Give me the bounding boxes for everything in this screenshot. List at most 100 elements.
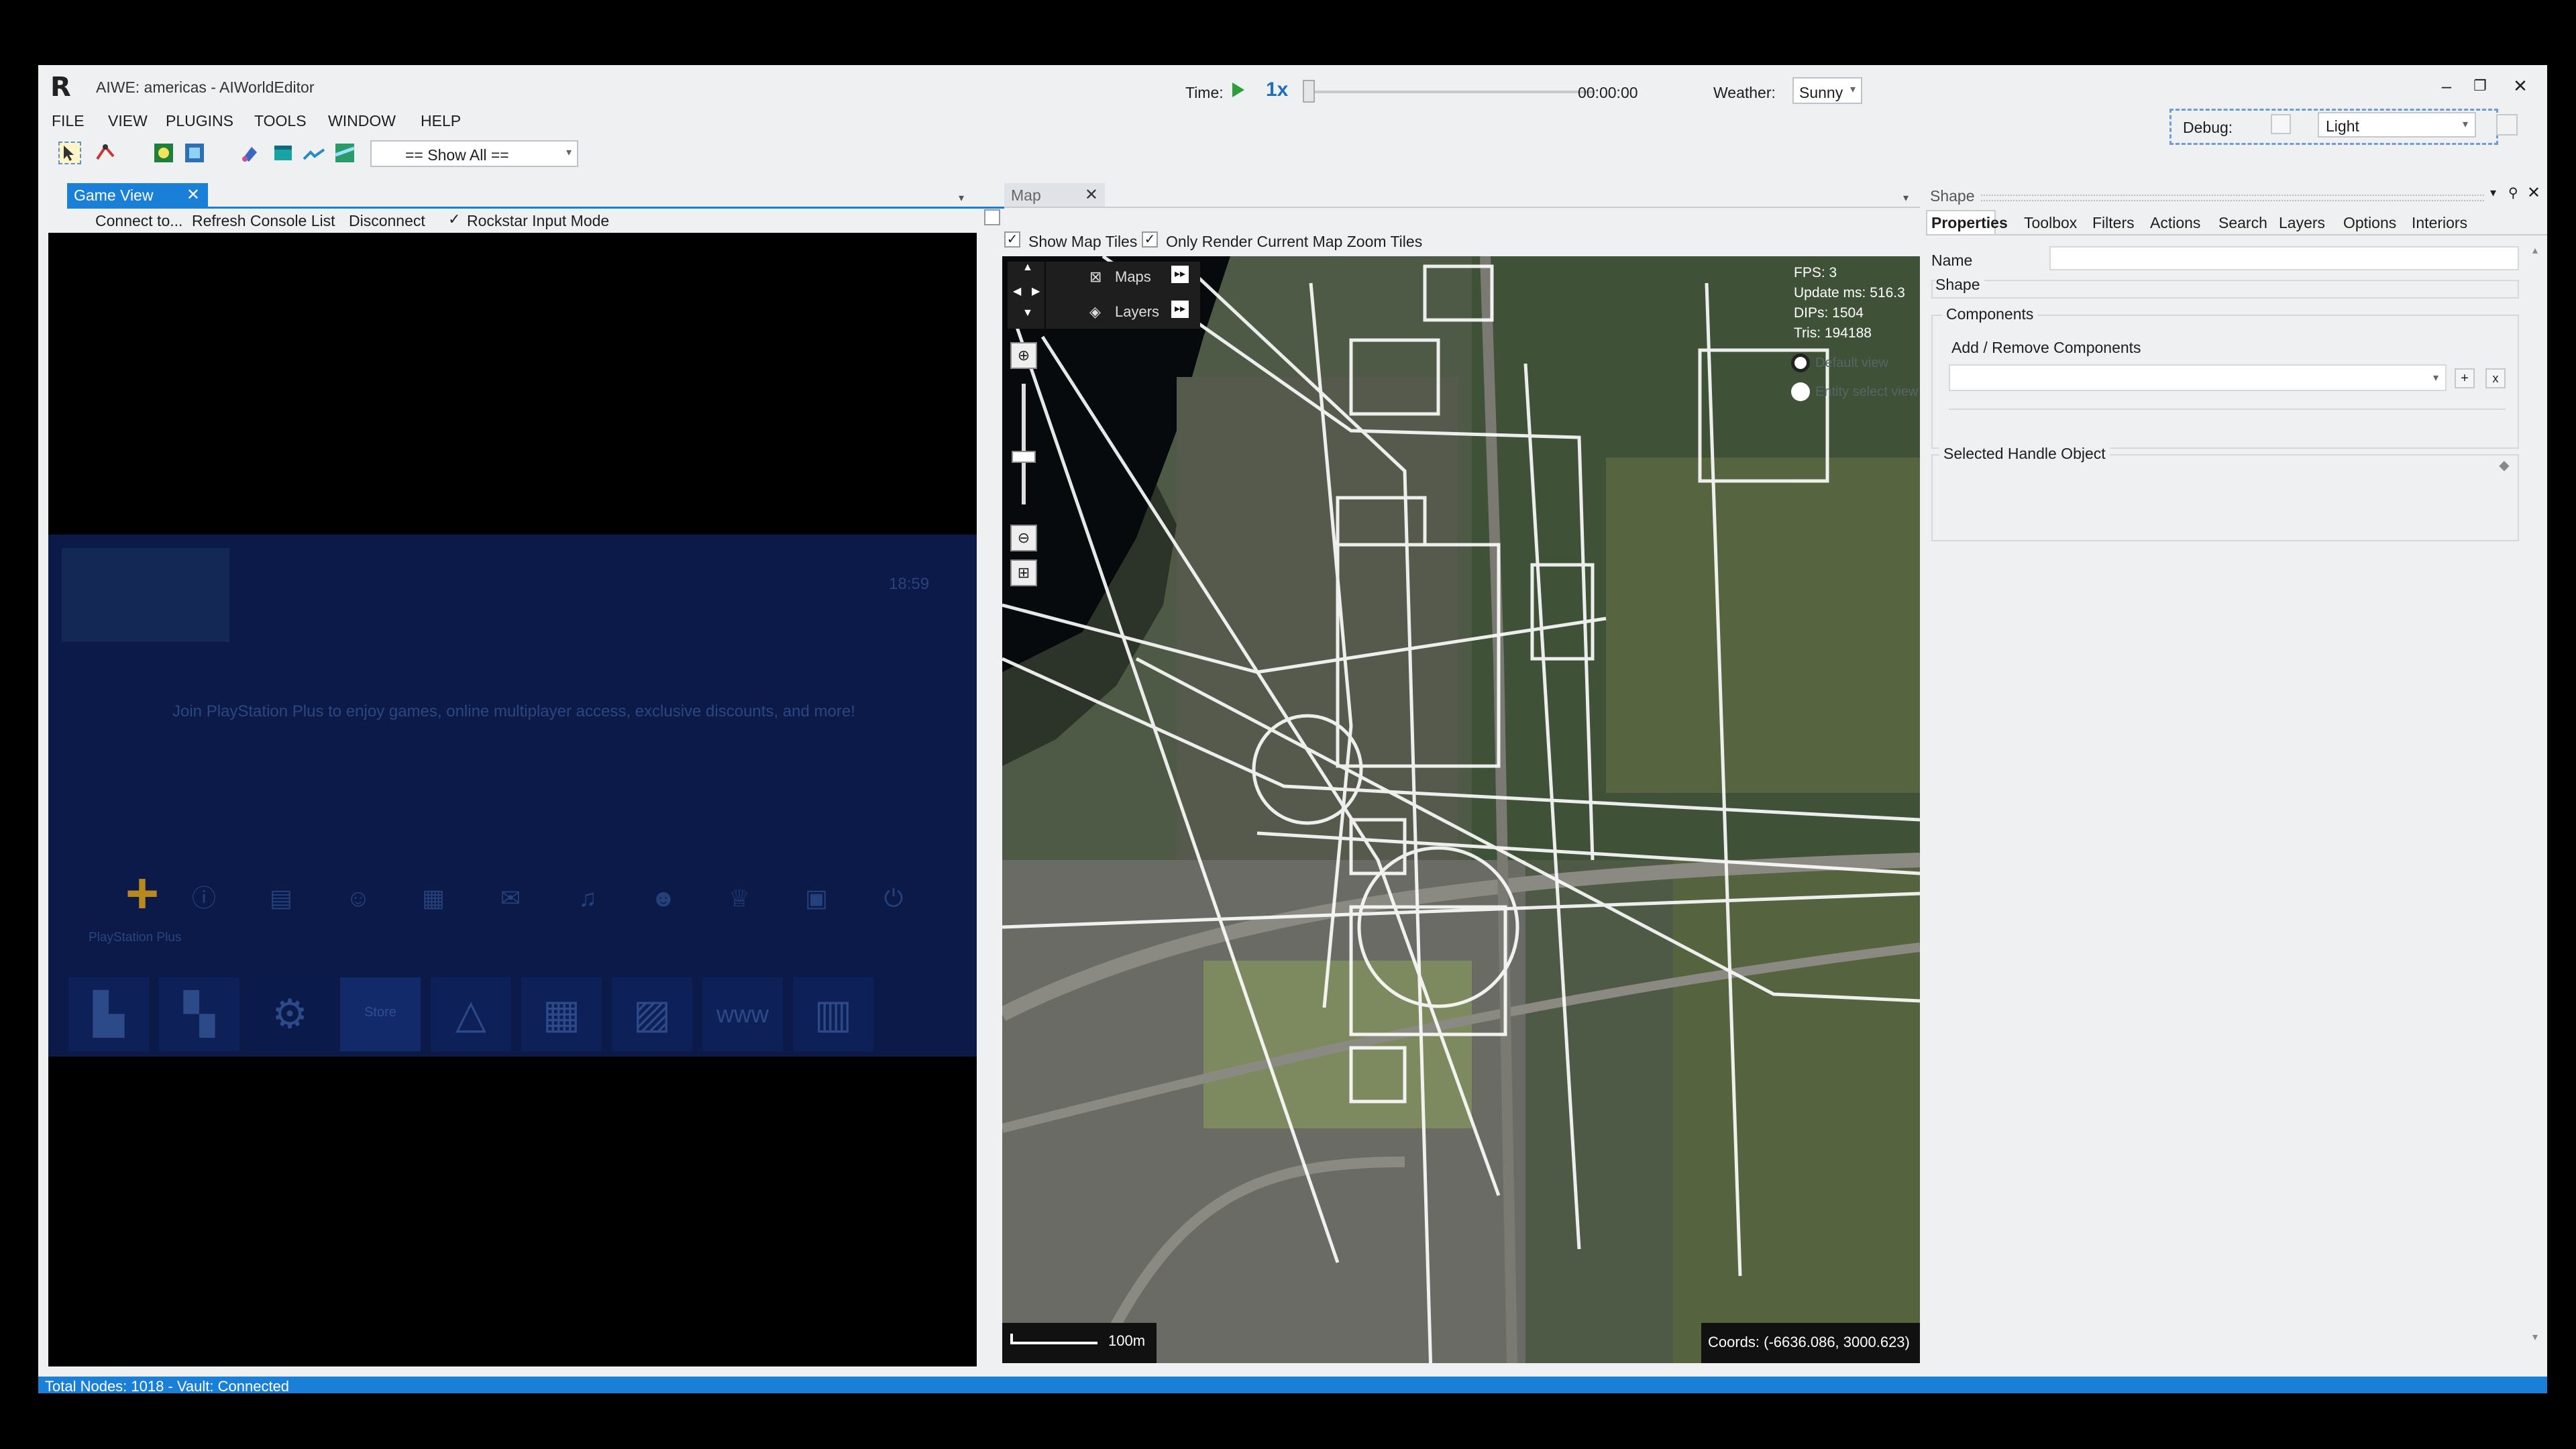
scroll-up-icon[interactable]: ▴ [2532,244,2538,257]
menu-view[interactable]: VIEW [108,112,148,130]
layers-label[interactable]: Layers [1115,303,1159,321]
shape-group [1931,280,2519,299]
window-title: AIWE: americas - AIWorldEditor [96,78,315,96]
ps-tile-icon: ▚ [159,977,239,1051]
grid-tool-icon[interactable] [183,142,206,164]
zoom-out-icon[interactable]: ⊖ [1010,525,1037,551]
map-splitter-handle[interactable] [984,209,1000,225]
time-slider-track[interactable] [1313,91,1595,93]
show-filter-select[interactable]: == Show All == ▾ [370,140,578,167]
handle-diamond-icon[interactable]: ◆ [2493,457,2515,478]
menu-file[interactable]: FILE [52,112,85,130]
rockstar-input-toggle[interactable]: Rockstar Input Mode [467,212,609,230]
tab-options[interactable]: Options [2343,214,2396,232]
close-icon[interactable]: ✕ [186,185,200,205]
tab-filters[interactable]: Filters [2092,214,2135,232]
volume-tool-icon[interactable] [272,142,294,164]
debug-option-button[interactable] [2496,114,2518,136]
minimize-button[interactable]: – [2433,74,2460,97]
expand-icon[interactable]: ▸▸ [1171,301,1189,318]
tab-search[interactable]: Search [2218,214,2267,232]
entity-view-radio[interactable] [1791,382,1810,401]
tab-properties[interactable]: Properties [1931,214,2008,232]
path-tool-icon[interactable] [95,142,117,164]
add-remove-label: Add / Remove Components [1951,339,2141,356]
ps-party-icon: ♫ [578,884,597,912]
map-tabstrip [1004,207,1920,208]
map-viewport[interactable]: ▲ ◀ ▶ ▼ ⊠ Maps ▸▸ ◈ Layers ▸▸ ⊕ ⊖ ⊞ FPS:… [1002,256,1920,1363]
close-icon[interactable]: ✕ [2527,183,2540,203]
ps-tile-icon: △ [431,977,511,1051]
chevron-down-icon: ▾ [2462,119,2468,130]
game-view-screen[interactable]: 18:59 Join PlayStation Plus to enjoy gam… [48,233,977,1366]
node-tool-icon[interactable] [152,142,175,164]
ps-tile-icon: ▥ [793,977,873,1051]
chevron-down-icon[interactable]: ▾ [1903,191,1909,205]
chevron-down-icon[interactable]: ▾ [959,191,964,205]
fit-view-icon[interactable]: ⊞ [1010,559,1037,586]
scroll-down-icon[interactable]: ▾ [2532,1330,2538,1344]
add-component-button[interactable]: + [2455,368,2475,388]
layers-icon: ◈ [1089,303,1101,320]
close-icon[interactable]: ✕ [1085,185,1098,205]
chevron-down-icon[interactable]: ▾ [2490,186,2496,200]
menu-window[interactable]: WINDOW [328,112,396,130]
only-render-checkbox[interactable]: ✓ [1142,231,1158,248]
name-input[interactable] [2049,246,2519,270]
show-tiles-checkbox[interactable]: ✓ [1004,231,1020,248]
pan-arrows-icon[interactable]: ▲ ◀ ▶ ▼ [1013,262,1042,322]
maps-label[interactable]: Maps [1115,268,1151,286]
panel-scrollbar[interactable]: ▴ ▾ [2531,244,2544,1393]
disconnect-button[interactable]: Disconnect [349,212,425,230]
scale-line [1010,1342,1097,1344]
play-icon[interactable] [1232,83,1244,97]
map-tool-icon[interactable] [333,142,356,164]
ps-tile-icon: ▨ [612,977,692,1051]
terrain-tool-icon[interactable] [303,142,325,164]
weather-label: Weather: [1713,84,1776,101]
tab-map[interactable]: Map ✕ [1004,183,1105,207]
zoom-in-icon[interactable]: ⊕ [1010,342,1037,369]
close-button[interactable]: ✕ [2507,74,2534,97]
ps-plus-message: Join PlayStation Plus to enjoy games, on… [172,702,855,720]
menu-plugins[interactable]: PLUGINS [166,112,233,130]
entity-view-label: Entity select view [1815,384,1919,399]
satellite-map[interactable] [1002,256,1920,1363]
restore-button[interactable]: ❐ [2467,74,2493,97]
ps-settings-icon: ▣ [804,884,828,912]
ps-messages-icon: ✉ [500,884,521,912]
theme-select[interactable]: Light ▾ [2318,112,2476,138]
tab-toolbox[interactable]: Toolbox [2024,214,2077,232]
paint-tool-icon[interactable] [239,142,262,164]
menu-tools[interactable]: TOOLS [254,112,307,130]
speed-button[interactable]: 1x [1266,78,1288,101]
game-view-toolbar: Connect to... Refresh Console List Disco… [67,209,1004,231]
tab-actions[interactable]: Actions [2150,214,2200,232]
scale-tick [1010,1334,1013,1344]
chevron-down-icon: ▾ [2432,372,2438,384]
default-view-radio[interactable] [1791,354,1810,372]
remove-component-button[interactable]: x [2485,368,2506,388]
tab-interiors[interactable]: Interiors [2412,214,2467,232]
fps-text: FPS: 3 [1794,265,1837,280]
panel-grip[interactable] [1981,195,2484,201]
title-bar [38,65,2547,107]
component-select[interactable]: ▾ [1949,364,2447,391]
pin-icon[interactable]: ⚲ [2508,184,2518,201]
selected-handle-group [1931,454,2519,541]
tris-text: Tris: 194188 [1794,325,1872,341]
zoom-slider-track[interactable] [1022,384,1026,504]
menu-help[interactable]: HELP [421,112,461,130]
connect-button[interactable]: Connect to... [95,212,182,230]
chevron-down-icon: ▾ [566,147,572,158]
weather-select[interactable]: Sunny ▾ [1792,77,1862,104]
expand-icon[interactable]: ▸▸ [1171,266,1189,283]
time-slider-thumb[interactable] [1303,80,1315,103]
zoom-slider-thumb[interactable] [1012,451,1036,463]
refresh-console-button[interactable]: Refresh Console List [192,212,335,230]
ps-plus-icon: + [125,861,160,926]
tab-layers[interactable]: Layers [2279,214,2325,232]
debug-checkbox[interactable] [2271,114,2291,134]
select-tool-icon[interactable] [58,142,81,164]
tab-game-view[interactable]: Game View ✕ [67,183,208,207]
